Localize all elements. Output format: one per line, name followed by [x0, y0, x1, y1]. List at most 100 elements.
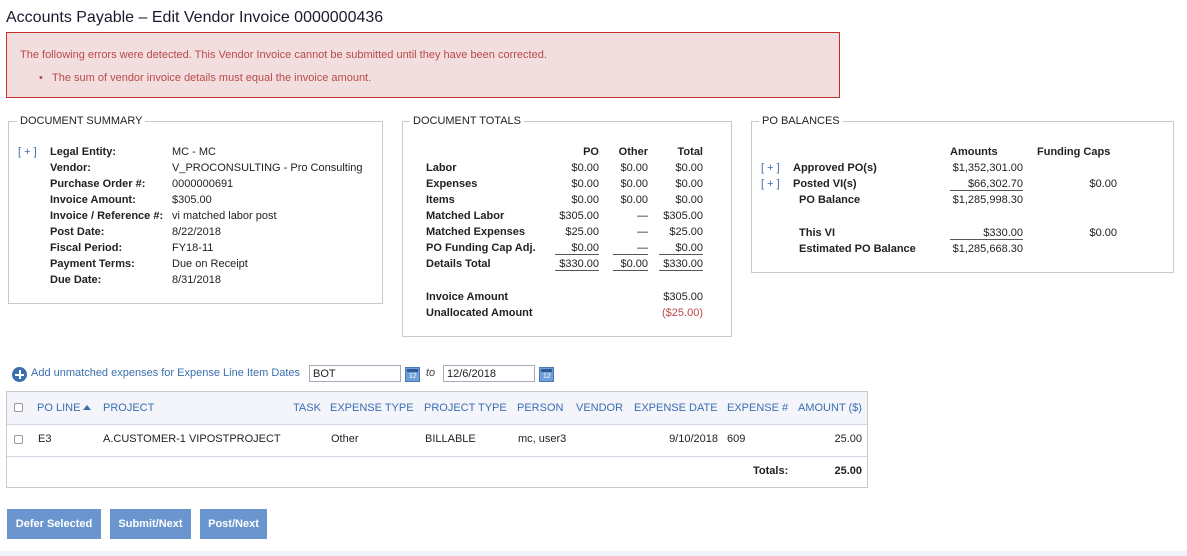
approved-po-amount: $1,352,301.00: [952, 162, 1023, 174]
totals-po: $25.00: [565, 226, 599, 238]
col-expense-type[interactable]: EXPENSE TYPE: [330, 402, 414, 414]
col-po-line-label: PO LINE: [37, 402, 81, 414]
expand-posted-button[interactable]: [ + ]: [761, 178, 780, 190]
po-header-amounts: Amounts: [950, 146, 998, 158]
totals-other: $0.00: [613, 258, 648, 271]
cell-project: A.CUSTOMER-1 VIPOSTPROJECT: [103, 433, 281, 445]
approved-po-label: Approved PO(s): [793, 162, 877, 174]
col-expense-number[interactable]: EXPENSE #: [727, 402, 788, 414]
col-person[interactable]: PERSON: [517, 402, 563, 414]
summary-value: $305.00: [172, 194, 212, 206]
cell-person: mc, user3: [518, 433, 567, 445]
grid-divider: [7, 456, 867, 457]
document-summary-legend: DOCUMENT SUMMARY: [17, 115, 146, 127]
row-checkbox[interactable]: [14, 435, 23, 444]
add-circle-icon[interactable]: [12, 367, 27, 382]
to-date-input[interactable]: [443, 365, 535, 382]
submit-next-button[interactable]: Submit/Next: [110, 509, 191, 539]
col-task[interactable]: TASK: [293, 402, 321, 414]
expenses-grid: PO LINE PROJECT TASK EXPENSE TYPE PROJEC…: [6, 391, 868, 488]
summary-label: Post Date:: [50, 226, 105, 238]
totals-total: $330.00: [659, 258, 703, 271]
posted-vi-amount: $66,302.70: [950, 178, 1023, 191]
this-vi-amount: $330.00: [950, 227, 1023, 240]
totals-total: $0.00: [675, 178, 703, 190]
po-header-funding-caps: Funding Caps: [1037, 146, 1111, 158]
cell-amount: 25.00: [834, 433, 862, 445]
totals-other: —: [613, 242, 648, 255]
select-all-checkbox[interactable]: [14, 403, 23, 412]
summary-label: Payment Terms:: [50, 258, 135, 270]
post-next-button[interactable]: Post/Next: [200, 509, 267, 539]
totals-po: $0.00: [571, 178, 599, 190]
col-po-line[interactable]: PO LINE: [37, 402, 92, 414]
totals-row-label: Matched Expenses: [426, 226, 526, 238]
po-balance-amount: $1,285,998.30: [952, 194, 1023, 206]
summary-value: 0000000691: [172, 178, 234, 190]
error-box: The following errors were detected. This…: [6, 32, 840, 98]
this-vi-cap: $0.00: [1089, 227, 1117, 239]
defer-selected-button[interactable]: Defer Selected: [7, 509, 101, 539]
summary-value: 8/31/2018: [172, 274, 221, 286]
totals-label: Totals:: [753, 465, 789, 477]
totals-row-label: Items: [426, 194, 455, 206]
totals-header-po: PO: [583, 146, 599, 158]
document-totals-panel: DOCUMENT TOTALS PO Other Total Labor $0.…: [402, 115, 732, 337]
summary-value: Due on Receipt: [172, 258, 248, 270]
summary-label: Legal Entity:: [50, 146, 117, 158]
totals-total: $305.00: [663, 210, 703, 222]
page-title: Accounts Payable – Edit Vendor Invoice 0…: [6, 9, 384, 26]
cell-po-line: E3: [38, 433, 52, 445]
summary-label: Invoice / Reference #:: [50, 210, 164, 222]
this-vi-label: This VI: [799, 227, 836, 239]
add-unmatched-expenses-link[interactable]: Add unmatched expenses for Expense Line …: [31, 367, 300, 379]
col-amount[interactable]: AMOUNT ($): [798, 402, 862, 414]
summary-value: V_PROCONSULTING - Pro Consulting: [172, 162, 363, 174]
cell-project-type: BILLABLE: [425, 433, 476, 445]
totals-row-label: Details Total: [426, 258, 491, 270]
to-label: to: [426, 367, 436, 379]
calendar-icon[interactable]: 12: [539, 367, 554, 382]
totals-po: $0.00: [571, 162, 599, 174]
cell-expense-date: 9/10/2018: [669, 433, 718, 445]
calendar-day: 12: [543, 373, 551, 380]
unallocated-amount-label: Unallocated Amount: [426, 307, 533, 319]
totals-value: 25.00: [834, 465, 862, 477]
summary-label: Due Date:: [50, 274, 102, 286]
from-date-input[interactable]: [309, 365, 401, 382]
totals-po: $330.00: [555, 258, 599, 271]
summary-value: vi matched labor post: [172, 210, 277, 222]
totals-total: $0.00: [659, 242, 703, 255]
summary-value: 8/22/2018: [172, 226, 221, 238]
summary-label: Invoice Amount:: [50, 194, 136, 206]
totals-po: $305.00: [559, 210, 599, 222]
calendar-icon[interactable]: 12: [405, 367, 420, 382]
unallocated-amount-value: ($25.00): [662, 307, 703, 319]
col-expense-date[interactable]: EXPENSE DATE: [634, 402, 718, 414]
totals-po: $0.00: [571, 194, 599, 206]
cell-expense-type: Other: [331, 433, 359, 445]
col-vendor[interactable]: VENDOR: [576, 402, 623, 414]
totals-row-label: PO Funding Cap Adj.: [426, 242, 536, 254]
calendar-day: 12: [409, 373, 417, 380]
expand-summary-button[interactable]: [ + ]: [18, 146, 37, 158]
summary-value: MC - MC: [172, 146, 216, 158]
posted-vi-label: Posted VI(s): [793, 178, 857, 190]
po-balances-legend: PO BALANCES: [759, 115, 843, 127]
sort-asc-icon: [83, 405, 92, 410]
po-balances-panel: PO BALANCES Amounts Funding Caps [ + ] A…: [751, 115, 1174, 273]
cell-expense-number: 609: [727, 433, 746, 445]
col-project[interactable]: PROJECT: [103, 402, 154, 414]
totals-row-label: Labor: [426, 162, 457, 174]
totals-other: $0.00: [620, 178, 648, 190]
expand-approved-button[interactable]: [ + ]: [761, 162, 780, 174]
po-balance-label: PO Balance: [799, 194, 861, 206]
estimated-po-balance-amount: $1,285,668.30: [952, 243, 1023, 255]
totals-other: —: [637, 210, 648, 222]
totals-po: $0.00: [555, 242, 599, 255]
document-summary-panel: DOCUMENT SUMMARY [ + ] Legal Entity: MC …: [8, 115, 383, 304]
totals-row-label: Matched Labor: [426, 210, 505, 222]
totals-header-other: Other: [618, 146, 648, 158]
col-project-type[interactable]: PROJECT TYPE: [424, 402, 507, 414]
totals-other: $0.00: [620, 162, 648, 174]
